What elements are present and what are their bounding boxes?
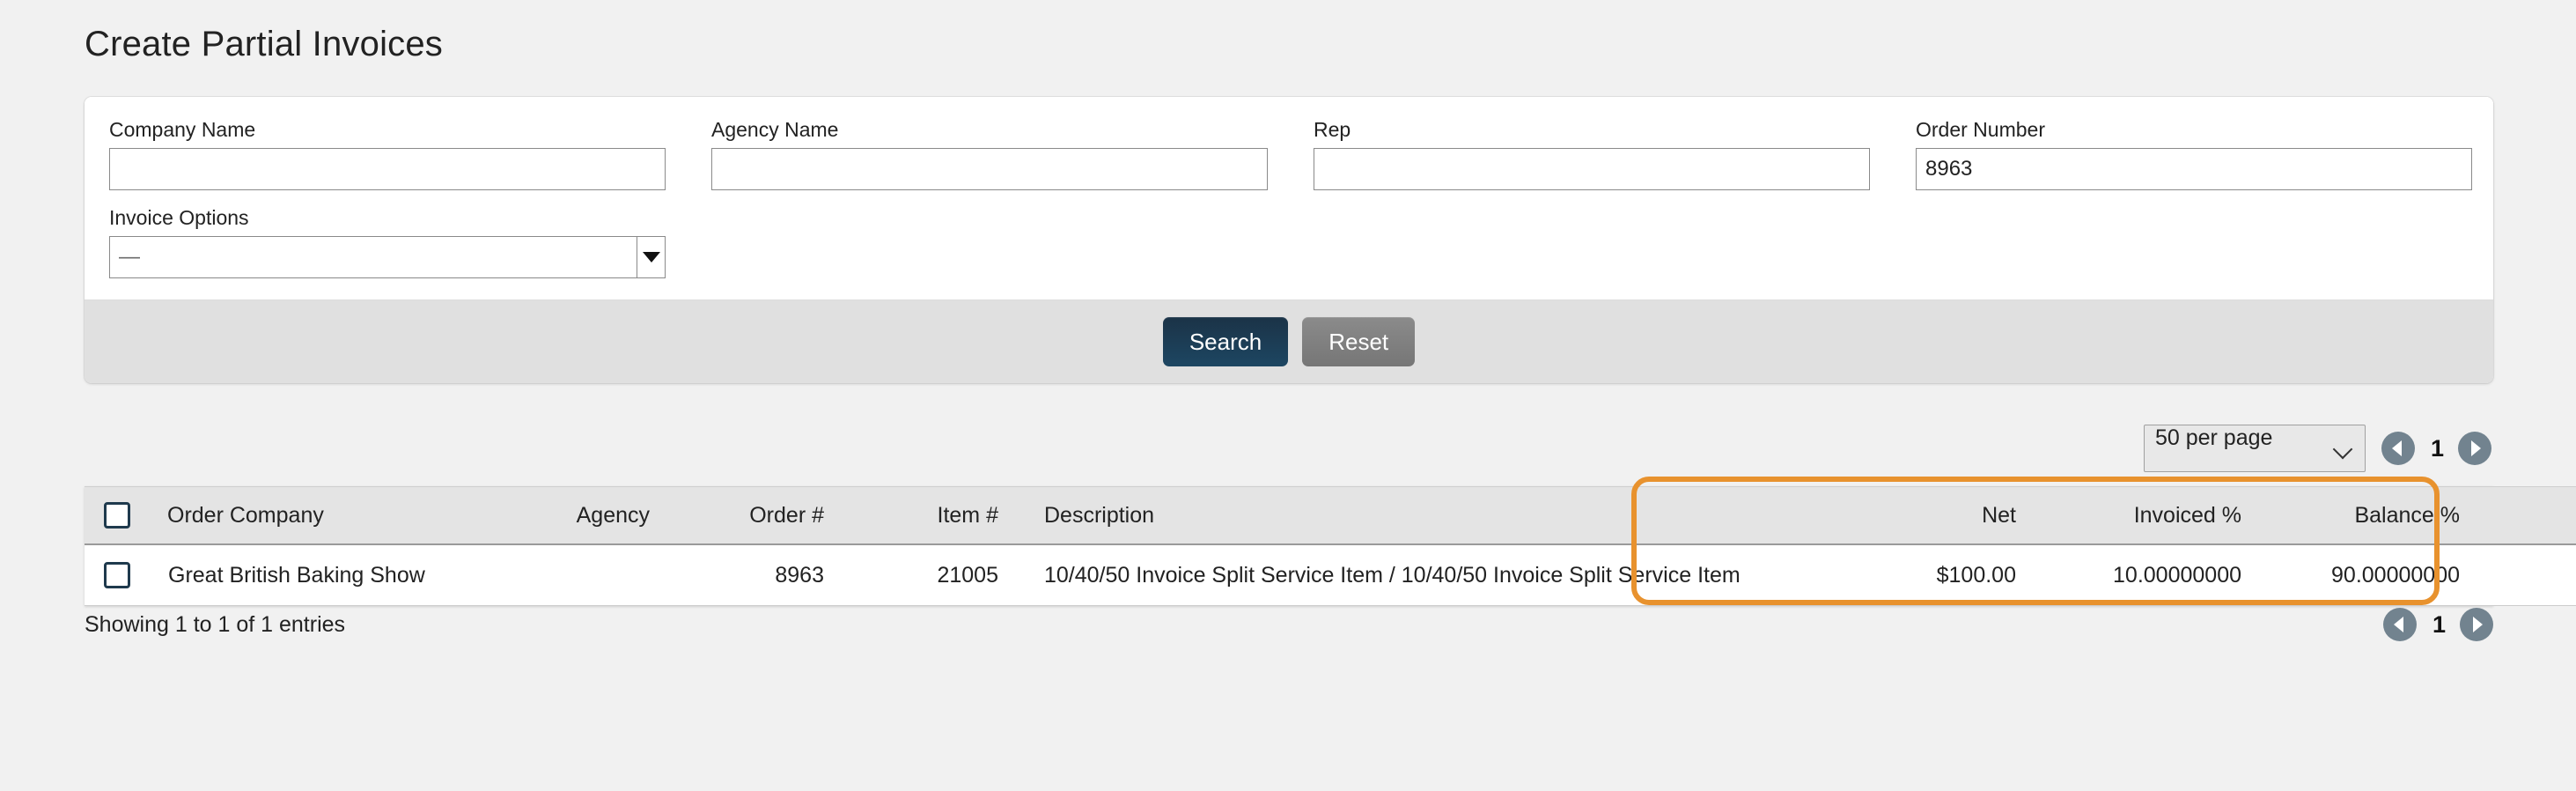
company-name-label: Company Name bbox=[109, 116, 666, 143]
header-order-company[interactable]: Order Company bbox=[167, 487, 518, 545]
current-page-bottom: 1 bbox=[2432, 608, 2446, 641]
next-page-button-top[interactable] bbox=[2458, 432, 2491, 465]
table-footer: Showing 1 to 1 of 1 entries 1 bbox=[85, 608, 2493, 641]
cell-order-number: 8963 bbox=[676, 544, 856, 606]
cell-agency bbox=[518, 544, 676, 606]
invoice-options-select[interactable]: — bbox=[109, 236, 637, 278]
page-title: Create Partial Invoices bbox=[85, 23, 443, 65]
invoice-options-select-wrap: — bbox=[109, 236, 666, 278]
header-select-all bbox=[85, 487, 167, 545]
header-agency[interactable]: Agency bbox=[518, 487, 676, 545]
header-item-number[interactable]: Item # bbox=[856, 487, 1035, 545]
search-filter-panel: Company Name Agency Name Rep Order Numbe… bbox=[85, 97, 2493, 383]
company-name-input[interactable] bbox=[109, 148, 666, 190]
field-agency-name: Agency Name bbox=[711, 116, 1314, 190]
cell-net: $100.00 bbox=[1863, 544, 2037, 606]
chevron-left-icon bbox=[2392, 440, 2402, 456]
cell-item-number: 21005 bbox=[856, 544, 1035, 606]
header-balance-pct[interactable]: Balance % bbox=[2266, 487, 2509, 545]
chevron-right-icon bbox=[2471, 440, 2481, 456]
header-order-number[interactable]: Order # bbox=[676, 487, 856, 545]
invoice-options-dropdown-button[interactable] bbox=[637, 236, 666, 278]
table-row: Great British Baking Show 8963 21005 10/… bbox=[85, 544, 2576, 606]
field-order-number: Order Number bbox=[1916, 116, 2493, 190]
prev-page-button-top[interactable] bbox=[2381, 432, 2415, 465]
select-all-checkbox[interactable] bbox=[104, 502, 130, 529]
field-rep: Rep bbox=[1314, 116, 1916, 190]
results-table: Order Company Agency Order # Item # Desc… bbox=[85, 486, 2493, 606]
table-header-row: Order Company Agency Order # Item # Desc… bbox=[85, 487, 2576, 545]
bottom-pagination: 1 bbox=[2367, 608, 2493, 641]
per-page-select[interactable]: 50 per page bbox=[2144, 425, 2366, 472]
search-action-bar: Search Reset bbox=[85, 299, 2493, 383]
field-invoice-options: Invoice Options — bbox=[109, 204, 711, 278]
search-fields-area: Company Name Agency Name Rep Order Numbe… bbox=[85, 97, 2493, 299]
cell-pct-complete bbox=[2509, 544, 2576, 606]
header-pct-complete[interactable]: % Complete bbox=[2509, 487, 2576, 545]
create-partial-invoices-page: Create Partial Invoices Company Name Age… bbox=[0, 0, 2576, 791]
prev-page-button-bottom[interactable] bbox=[2383, 608, 2417, 641]
top-pagination: 50 per page 1 bbox=[2144, 425, 2491, 472]
search-fields-row-2: Invoice Options — bbox=[109, 204, 2469, 278]
invoice-options-label: Invoice Options bbox=[109, 204, 666, 231]
agency-name-input[interactable] bbox=[711, 148, 1268, 190]
row-select-cell bbox=[85, 544, 167, 606]
cell-invoiced-pct: 10.00000000 bbox=[2037, 544, 2266, 606]
next-page-button-bottom[interactable] bbox=[2460, 608, 2493, 641]
caret-down-icon bbox=[643, 252, 660, 262]
cell-description: 10/40/50 Invoice Split Service Item / 10… bbox=[1035, 544, 1863, 606]
agency-name-label: Agency Name bbox=[711, 116, 1268, 143]
cell-balance-pct: 90.00000000 bbox=[2266, 544, 2509, 606]
order-number-input[interactable] bbox=[1916, 148, 2472, 190]
current-page-top: 1 bbox=[2431, 432, 2444, 465]
header-description[interactable]: Description bbox=[1035, 487, 1863, 545]
rep-label: Rep bbox=[1314, 116, 1870, 143]
header-invoiced-pct[interactable]: Invoiced % bbox=[2037, 487, 2266, 545]
field-company-name: Company Name bbox=[109, 116, 711, 190]
per-page-select-wrap: 50 per page bbox=[2144, 425, 2366, 472]
chevron-left-icon bbox=[2394, 617, 2403, 632]
header-net[interactable]: Net bbox=[1863, 487, 2037, 545]
rep-input[interactable] bbox=[1314, 148, 1870, 190]
order-number-label: Order Number bbox=[1916, 116, 2472, 143]
cell-order-company: Great British Baking Show bbox=[167, 544, 518, 606]
search-button[interactable]: Search bbox=[1163, 317, 1288, 366]
row-select-checkbox[interactable] bbox=[104, 562, 130, 588]
reset-button[interactable]: Reset bbox=[1302, 317, 1415, 366]
search-fields-row-1: Company Name Agency Name Rep Order Numbe… bbox=[109, 116, 2469, 190]
chevron-right-icon bbox=[2473, 617, 2483, 632]
showing-entries-text: Showing 1 to 1 of 1 entries bbox=[85, 608, 345, 641]
